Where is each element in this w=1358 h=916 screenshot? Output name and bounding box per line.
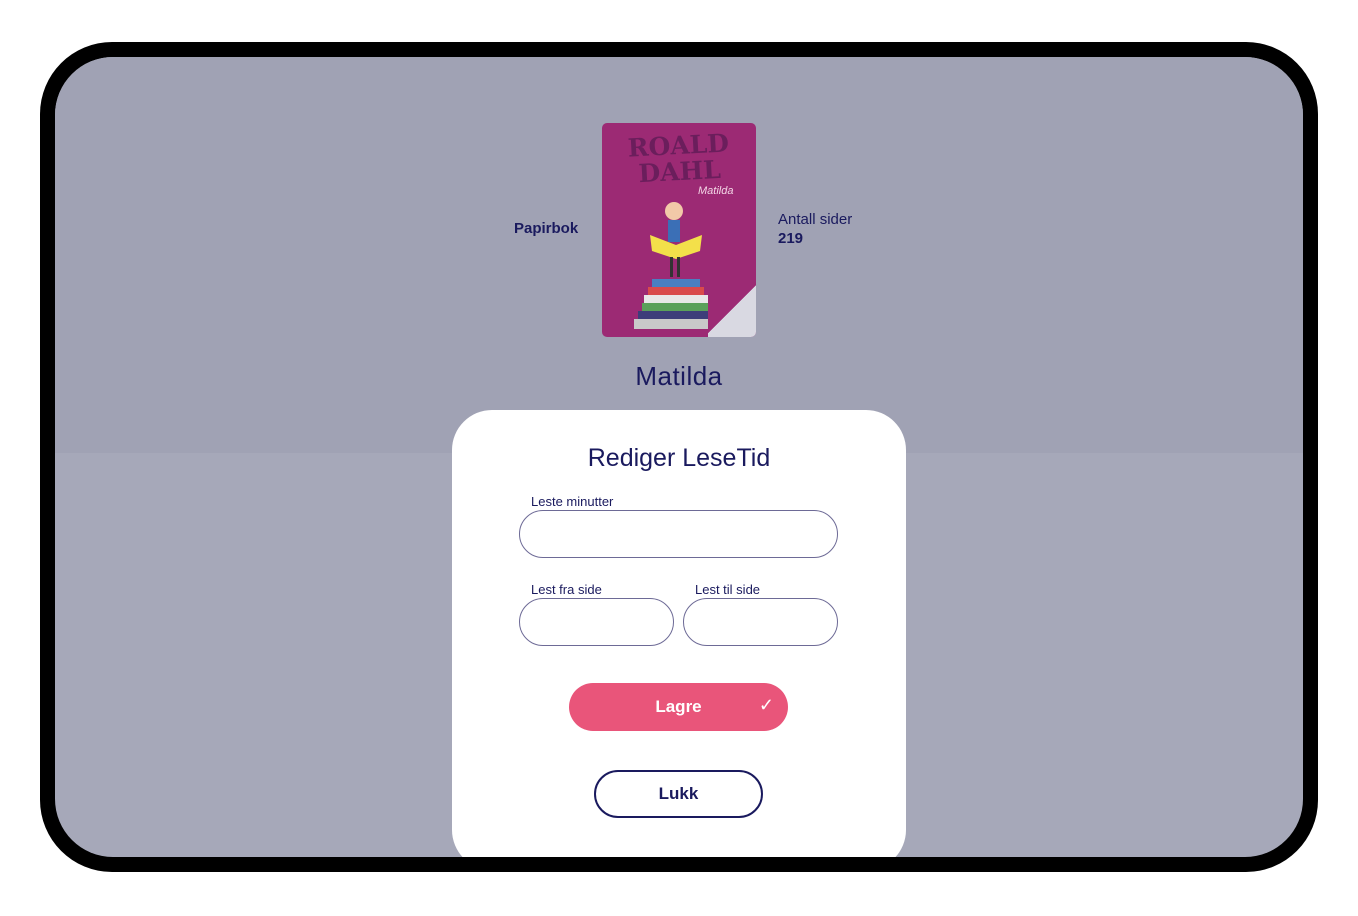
close-button[interactable]: Lukk xyxy=(594,770,763,818)
cover-author: ROALD DAHL xyxy=(626,128,730,189)
book-cover: ROALD DAHL Matilda xyxy=(602,123,756,337)
app-screen: Papirbok ROALD DAHL Matilda Antall sider… xyxy=(55,57,1303,857)
from-page-label: Lest fra side xyxy=(531,582,602,597)
page-curl-graphic xyxy=(708,281,756,337)
to-page-label: Lest til side xyxy=(695,582,761,597)
edit-reading-time-modal: Rediger LeseTid Leste minutter Lest fra … xyxy=(452,410,906,857)
from-page-input[interactable] xyxy=(519,598,674,646)
modal-title: Rediger LeseTid xyxy=(587,444,771,472)
save-button-label: Lagre xyxy=(655,697,702,716)
save-button[interactable]: Lagre ✓ xyxy=(569,683,788,731)
to-page-input[interactable] xyxy=(683,598,838,646)
page-count: Antall sider 219 xyxy=(778,211,852,247)
minutes-input[interactable] xyxy=(519,510,838,558)
check-icon: ✓ xyxy=(758,695,774,715)
page-count-label: Antall sider xyxy=(778,211,853,228)
page-count-value: 219 xyxy=(778,230,804,247)
minutes-label: Leste minutter xyxy=(531,494,614,509)
book-title: Matilda xyxy=(635,361,723,391)
book-format: Papirbok xyxy=(514,220,579,237)
